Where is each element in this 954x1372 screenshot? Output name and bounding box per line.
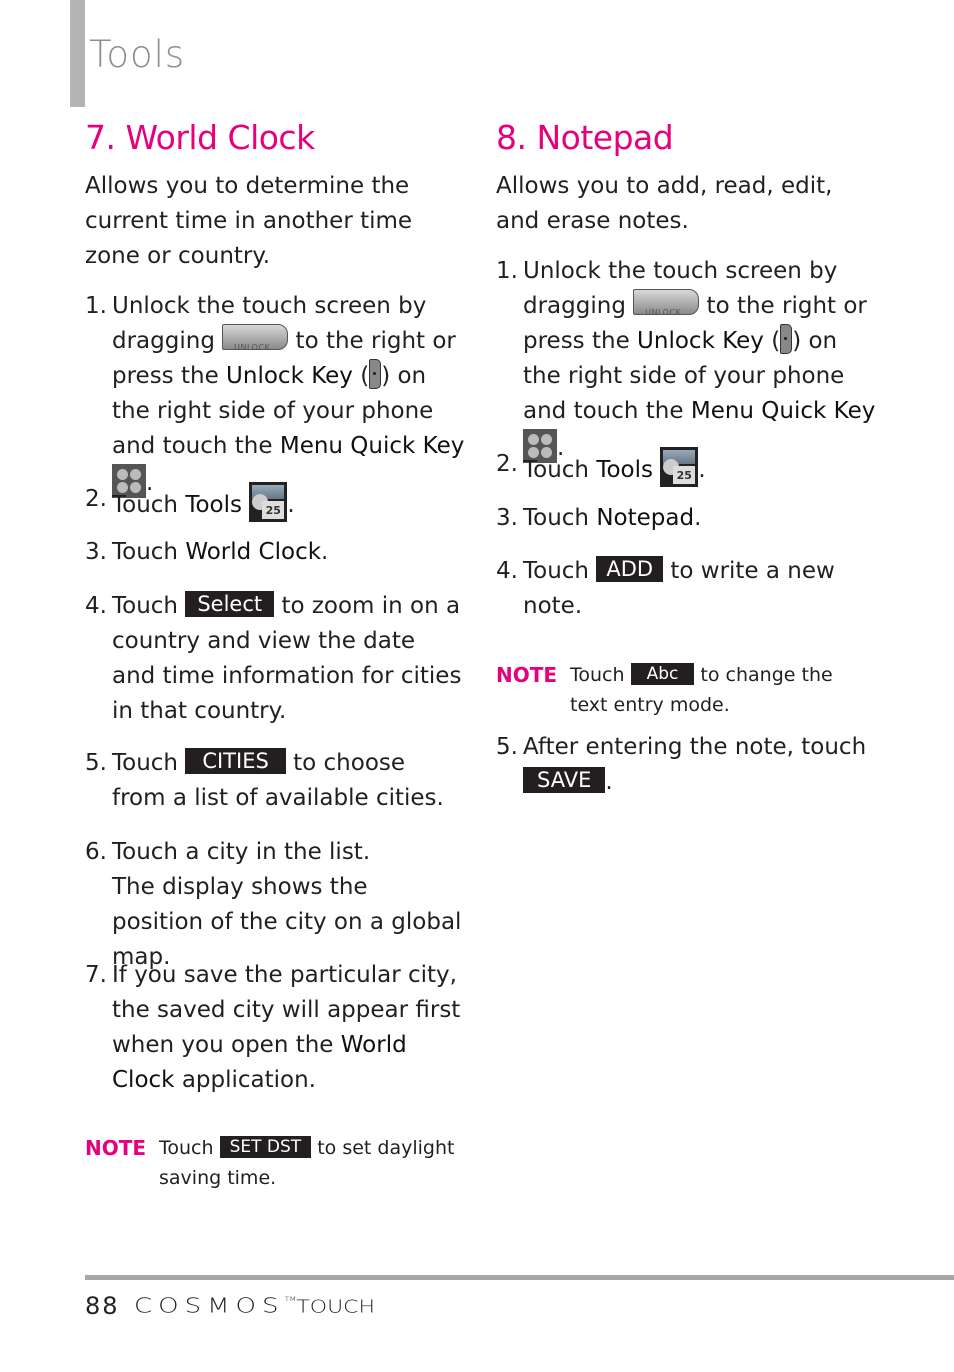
world-clock-note: NOTE Touch SET DST to set daylight savin… <box>85 1136 455 1189</box>
notepad-step-1: 1. Unlock the touch screen by dragging U… <box>496 258 876 463</box>
world-clock-intro: Allows you to determine the current time… <box>85 173 413 269</box>
save-button[interactable]: SAVE <box>523 767 606 793</box>
notepad-step-3: 3. Touch Notepad. <box>496 505 702 531</box>
unlock-key-label: Unlock Key <box>226 363 353 389</box>
menu-quick-key-label: Menu Quick Key <box>279 433 465 459</box>
set-dst-button[interactable]: SET DST <box>219 1136 312 1158</box>
notepad-intro: Allows you to add, read, edit, and erase… <box>496 173 833 234</box>
step-6: 6. Touch a city in the list. The display … <box>85 839 462 970</box>
step-5: 5. Touch CITIES to choose from a list of… <box>85 748 444 811</box>
brand-logo: COSMOSTMTOUCH <box>134 1294 376 1318</box>
notepad-heading: 8. Notepad <box>496 118 674 157</box>
cities-button[interactable]: CITIES <box>185 748 286 774</box>
tools-icon: 25 <box>660 447 699 487</box>
tools-icon: 25 <box>249 482 288 522</box>
step-4: 4. Touch Select to zoom in on a country … <box>85 591 462 724</box>
unlock-slider-icon: UNLOCK <box>633 289 700 317</box>
step-3: 3. Touch World Clock. <box>85 539 329 565</box>
unlock-key-icon <box>369 359 382 389</box>
unlock-key-icon <box>780 324 793 354</box>
section-title: Tools <box>89 33 186 76</box>
notepad-step-4: 4. Touch ADD to write a new note. <box>496 556 835 619</box>
unlock-slider-icon: UNLOCK <box>222 324 289 352</box>
notepad-step-5: 5. After entering the note, touch SAVE. <box>496 734 867 795</box>
footer-rule <box>85 1275 954 1280</box>
step-2: 2. Touch Tools 25. <box>85 482 465 523</box>
abc-button[interactable]: Abc <box>630 663 695 685</box>
notepad-note: NOTE Touch Abc to change the text entry … <box>496 663 833 716</box>
step-7: 7. If you save the particular city, the … <box>85 962 461 1093</box>
page-number: 88 <box>85 1292 120 1320</box>
section-tab-bar <box>70 0 85 107</box>
world-clock-heading: 7. World Clock <box>85 118 315 157</box>
select-button[interactable]: Select <box>185 591 275 617</box>
add-button[interactable]: ADD <box>596 556 664 582</box>
step-1: 1. Unlock the touch screen by dragging U… <box>85 293 465 498</box>
notepad-step-2: 2. Touch Tools 25. <box>496 447 876 488</box>
